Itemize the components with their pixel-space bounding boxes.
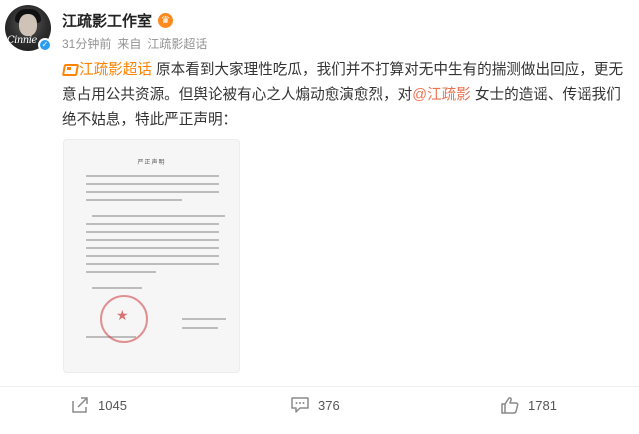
like-button[interactable]: 1781 xyxy=(500,395,557,415)
doc-text-line xyxy=(86,239,219,241)
doc-text-line xyxy=(86,255,219,257)
source-prefix: 来自 xyxy=(117,37,142,51)
comment-count: 376 xyxy=(318,397,340,413)
post-source[interactable]: 江疏影超话 xyxy=(147,35,207,52)
post-text: 江疏影超话 原本看到大家理性吃瓜，我们并不打算对无中生有的揣测做出回应，更无意占… xyxy=(62,58,632,133)
avatar-signature: Cinnie xyxy=(7,35,37,46)
post-meta: 31分钟前 来自 江疏影超话 xyxy=(62,35,207,52)
doc-signature-line xyxy=(182,327,218,329)
post-time[interactable]: 31分钟前 xyxy=(62,35,111,52)
doc-text-line xyxy=(92,287,142,289)
doc-text-line xyxy=(86,175,219,177)
name-row: 江疏影工作室 ♛ xyxy=(62,9,174,31)
doc-text-line xyxy=(86,247,219,249)
doc-text-line xyxy=(86,271,156,273)
repost-button[interactable]: 1045 xyxy=(70,395,127,415)
seal-star-icon: ★ xyxy=(116,308,129,324)
super-topic-link[interactable]: 江疏影超话 xyxy=(62,62,152,78)
doc-text-line xyxy=(86,263,219,265)
doc-text-line xyxy=(86,223,219,225)
action-bar-divider xyxy=(0,386,639,387)
mention-link[interactable]: @江疏影 xyxy=(412,87,471,103)
avatar-face xyxy=(19,14,37,36)
comment-button[interactable]: 376 xyxy=(290,395,340,415)
thumbs-up-icon xyxy=(500,396,520,414)
like-count: 1781 xyxy=(528,397,557,413)
doc-signature-line xyxy=(182,318,226,320)
weibo-post: Cinnie ✓ 江疏影工作室 ♛ 31分钟前 来自 江疏影超话 江疏影超话 原… xyxy=(0,0,639,434)
doc-text-line xyxy=(86,191,219,193)
author-name[interactable]: 江疏影工作室 xyxy=(62,10,152,31)
doc-text-line xyxy=(86,199,182,201)
doc-text-line xyxy=(92,215,225,217)
super-topic-icon xyxy=(62,63,77,75)
repost-icon xyxy=(70,396,90,414)
statement-image[interactable]: 严正声明 xyxy=(63,139,240,373)
statement-doc-title: 严正声明 xyxy=(137,159,166,166)
super-topic-label: 江疏影超话 xyxy=(79,62,152,78)
comment-icon xyxy=(290,396,310,414)
doc-text-line xyxy=(86,231,219,233)
verified-badge-icon: ✓ xyxy=(38,38,52,52)
crown-icon[interactable]: ♛ xyxy=(158,12,174,28)
doc-text-line xyxy=(86,183,219,185)
repost-count: 1045 xyxy=(98,397,127,413)
